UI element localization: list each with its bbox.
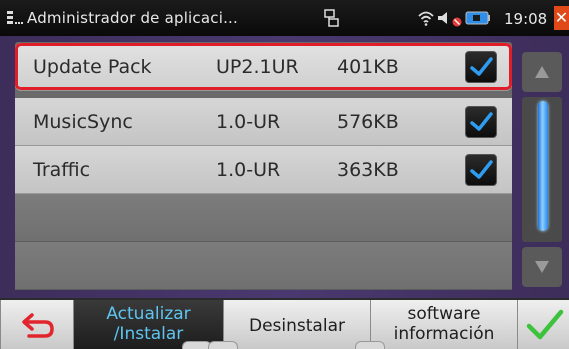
- battery-icon: [465, 10, 491, 26]
- ok-button[interactable]: [517, 300, 569, 349]
- window-title: Administrador de aplicaci...: [27, 9, 238, 27]
- mute-icon: [452, 12, 462, 27]
- package-checkbox[interactable]: [465, 154, 497, 186]
- package-row-musicsync[interactable]: MusicSync 1.0-UR 576KB: [15, 98, 512, 146]
- close-icon[interactable]: ✕: [554, 6, 569, 30]
- package-row-update-pack[interactable]: Update Pack UP2.1UR 401KB: [15, 43, 512, 91]
- empty-row: [15, 242, 512, 290]
- uninstall-button[interactable]: Desinstalar: [208, 300, 370, 349]
- tab-update-install[interactable]: Actualizar /Instalar: [73, 300, 223, 349]
- uninstall-label: Desinstalar: [249, 316, 345, 336]
- update-label-line2: /Instalar: [113, 324, 184, 344]
- package-name: Update Pack: [33, 56, 152, 78]
- package-version: 1.0-UR: [216, 111, 281, 133]
- arrow-up-icon: [535, 66, 549, 78]
- info-label-line2: información: [393, 324, 495, 344]
- software-info-button[interactable]: software información: [355, 300, 517, 349]
- package-name: MusicSync: [33, 111, 133, 133]
- app-menu-icon[interactable]: [6, 9, 24, 27]
- package-name: Traffic: [33, 159, 91, 181]
- info-label-line1: software: [407, 304, 481, 324]
- package-size: 576KB: [337, 111, 399, 133]
- package-size: 401KB: [337, 56, 399, 78]
- checkmark-icon: [470, 57, 493, 76]
- scrollbar-thumb[interactable]: [538, 101, 548, 231]
- package-size: 363KB: [337, 159, 399, 181]
- status-bar: Administrador de aplicaci... 19:08 ✕: [0, 0, 569, 36]
- back-button[interactable]: [0, 300, 73, 349]
- package-checkbox[interactable]: [465, 51, 497, 83]
- checkmark-icon: [470, 160, 493, 179]
- back-arrow-icon: [22, 313, 54, 338]
- checkmark-icon: [470, 112, 493, 131]
- checkmark-icon: [526, 309, 564, 340]
- scroll-down-button[interactable]: [522, 247, 562, 287]
- update-label-line1: Actualizar: [106, 304, 191, 324]
- empty-row: [15, 194, 512, 242]
- scroll-up-button[interactable]: [522, 52, 562, 92]
- package-checkbox[interactable]: [465, 106, 497, 138]
- wifi-icon: [418, 10, 434, 26]
- package-row-traffic[interactable]: Traffic 1.0-UR 363KB: [15, 146, 512, 194]
- tab-notch: [355, 341, 385, 349]
- arrow-down-icon: [535, 261, 549, 273]
- network-icon: [322, 9, 340, 27]
- speaker-icon[interactable]: [437, 10, 453, 26]
- package-version: UP2.1UR: [216, 56, 299, 78]
- package-version: 1.0-UR: [216, 159, 281, 181]
- clock: 19:08: [504, 10, 548, 28]
- tab-notch: [208, 341, 238, 349]
